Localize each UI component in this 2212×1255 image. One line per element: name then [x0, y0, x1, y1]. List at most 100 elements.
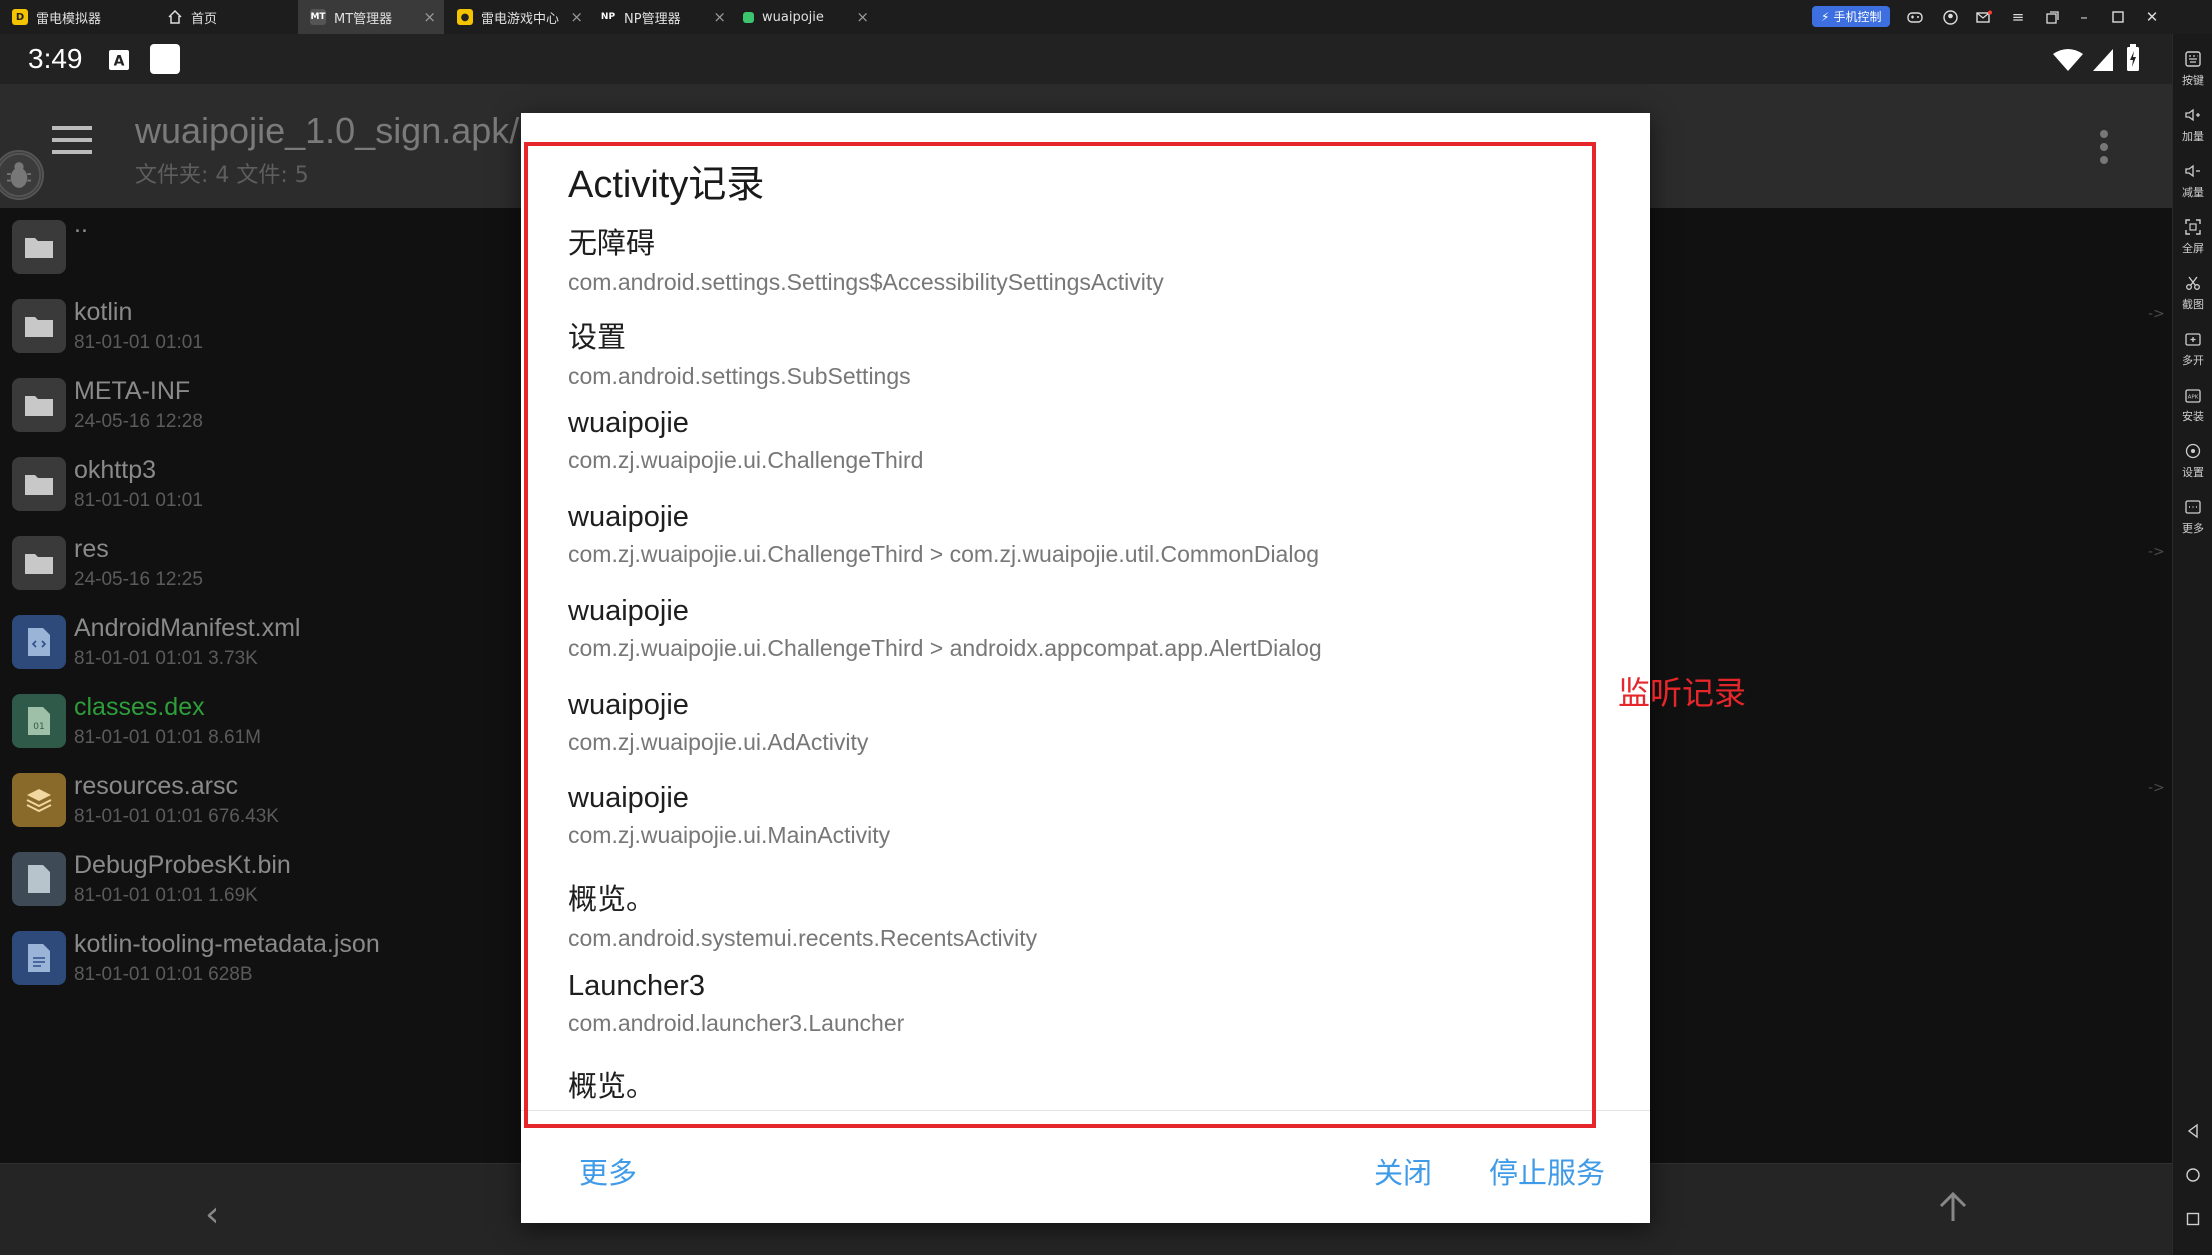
ldplayer-logo-icon: D — [12, 9, 28, 25]
file-name: META-INF — [74, 377, 191, 405]
sidebar-item-label: 减量 — [2182, 186, 2204, 199]
battery-charging-icon — [2127, 44, 2139, 71]
file-meta: 81-01-01 01:01 1.69K — [74, 885, 258, 906]
file-meta: 24-05-16 12:28 — [74, 411, 203, 432]
tab-np-manager[interactable]: NP NP管理器 × — [588, 0, 734, 34]
chevron-left-icon[interactable]: ‹ — [205, 1194, 219, 1235]
volume-up-icon — [2185, 108, 2200, 122]
tab-mt-manager[interactable]: MT MT管理器 × — [298, 0, 444, 34]
signal-icon — [2093, 49, 2113, 71]
sidebar-item-multi-instance[interactable]: 多开 — [2173, 322, 2212, 374]
file-icon — [12, 852, 66, 906]
file-name: res — [74, 535, 109, 563]
close-icon[interactable]: × — [423, 8, 436, 26]
file-name: kotlin-tooling-metadata.json — [74, 930, 380, 958]
phone-control-label: 手机控制 — [1833, 10, 1882, 24]
close-icon[interactable]: × — [856, 8, 869, 26]
file-name: classes.dex — [74, 693, 205, 721]
hamburger-menu-icon[interactable] — [52, 126, 92, 154]
file-meta: 24-05-16 12:25 — [74, 569, 203, 590]
xml-file-icon — [12, 615, 66, 669]
close-button[interactable]: 关闭 — [1374, 1150, 1432, 1192]
wifi-icon — [2053, 49, 2083, 71]
tab-label: wuaipojie — [762, 9, 824, 25]
folder-icon — [12, 299, 66, 353]
home-icon — [167, 9, 183, 25]
mail-icon[interactable] — [1972, 5, 1996, 29]
menu-icon[interactable]: ≡ — [2006, 5, 2030, 29]
arrow-right-icon: -> — [2148, 306, 2165, 322]
notification-square-icon — [150, 44, 180, 74]
sidebar-item-label: 设置 — [2182, 466, 2204, 479]
svg-text:01: 01 — [33, 722, 44, 732]
tab-label: MT管理器 — [334, 11, 393, 27]
android-recents-icon[interactable] — [2184, 1210, 2202, 1228]
sidebar-item-settings[interactable]: 设置 — [2173, 434, 2212, 486]
sidebar-item-more[interactable]: 更多 — [2173, 490, 2212, 542]
emulator-tab-bar: D 雷电模拟器 首页 MT MT管理器 × ● 雷电游戏中心 × NP NP管理… — [0, 0, 2212, 34]
folder-icon — [12, 536, 66, 590]
sidebar-item-label: 全屏 — [2182, 242, 2204, 255]
status-clock: 3:49 — [28, 43, 83, 74]
tab-wuaipojie[interactable]: wuaipojie × — [731, 0, 877, 34]
apk-install-icon: APK — [2185, 389, 2201, 403]
stop-service-button[interactable]: 停止服务 — [1489, 1150, 1605, 1192]
file-name: resources.arsc — [74, 772, 238, 800]
close-icon[interactable]: × — [713, 8, 726, 26]
arrow-up-icon[interactable] — [1935, 1189, 1971, 1225]
sidebar-item-keymap[interactable]: 按键 — [2173, 42, 2212, 94]
file-meta: 81-01-01 01:01 — [74, 332, 203, 353]
tab-label: 首页 — [191, 11, 218, 27]
close-window-icon[interactable]: ✕ — [2140, 5, 2164, 29]
sidebar-item-label: 加量 — [2182, 130, 2204, 143]
volume-down-icon — [2185, 164, 2200, 178]
sidebar-item-volume-up[interactable]: 加量 — [2173, 98, 2212, 150]
sidebar-item-screenshot[interactable]: 截图 — [2173, 266, 2212, 318]
android-back-icon[interactable] — [2184, 1122, 2202, 1140]
svg-text:A: A — [114, 54, 125, 70]
file-meta: 81-01-01 01:01 676.43K — [74, 806, 279, 827]
tab-ldplayer[interactable]: D 雷电模拟器 — [0, 0, 160, 34]
maximize-icon[interactable] — [2106, 5, 2130, 29]
close-icon[interactable]: × — [570, 8, 583, 26]
file-meta: 81-01-01 01:01 — [74, 490, 203, 511]
sidebar-item-label: 更多 — [2182, 522, 2204, 535]
overflow-menu-icon[interactable] — [2100, 130, 2108, 169]
file-name: AndroidManifest.xml — [74, 614, 301, 642]
sidebar-item-label: 按键 — [2182, 74, 2204, 87]
file-meta: 81-01-01 01:01 3.73K — [74, 648, 258, 669]
settings-icon — [2185, 443, 2201, 459]
phone-control-button[interactable]: ⚡ 手机控制 — [1812, 6, 1891, 27]
gamepad-icon[interactable] — [1903, 5, 1927, 29]
fullscreen-icon — [2185, 219, 2201, 235]
file-meta: 81-01-01 01:01 8.61M — [74, 727, 261, 748]
android-home-icon[interactable] — [2184, 1166, 2202, 1184]
more-button[interactable]: 更多 — [579, 1150, 637, 1192]
lightning-icon: ⚡ — [1821, 9, 1830, 24]
tab-label: 雷电模拟器 — [36, 11, 102, 27]
keyboard-icon — [2185, 51, 2201, 67]
dex-file-icon: 01 — [12, 694, 66, 748]
np-manager-icon: NP — [600, 12, 616, 22]
restore-window-icon[interactable] — [2040, 5, 2064, 29]
emulator-sidebar: 按键 加量 减量 全屏 截图 多开 APK 安装 设置 更多 — [2172, 34, 2212, 1255]
minimize-icon[interactable]: – — [2072, 5, 2096, 29]
folder-icon — [12, 378, 66, 432]
sidebar-item-fullscreen[interactable]: 全屏 — [2173, 210, 2212, 262]
tab-game-center[interactable]: ● 雷电游戏中心 × — [445, 0, 591, 34]
account-icon[interactable] — [1938, 5, 1962, 29]
svg-text:APK: APK — [2188, 395, 2199, 401]
sidebar-item-install-apk[interactable]: APK 安装 — [2173, 378, 2212, 430]
file-name: kotlin — [74, 298, 133, 326]
sidebar-item-volume-down[interactable]: 减量 — [2173, 154, 2212, 206]
file-name: okhttp3 — [74, 456, 157, 484]
folder-file-count: 文件夹: 4 文件: 5 — [135, 163, 309, 188]
file-meta: 81-01-01 01:01 628B — [74, 964, 253, 985]
tab-label: 雷电游戏中心 — [481, 11, 560, 27]
keyboard-a-icon: A — [109, 50, 129, 70]
multi-instance-icon — [2185, 333, 2201, 346]
tab-home[interactable]: 首页 — [155, 0, 295, 34]
layers-icon — [12, 773, 66, 827]
folder-icon — [12, 457, 66, 511]
current-path-title: wuaipojie_1.0_sign.apk/ — [135, 110, 520, 151]
